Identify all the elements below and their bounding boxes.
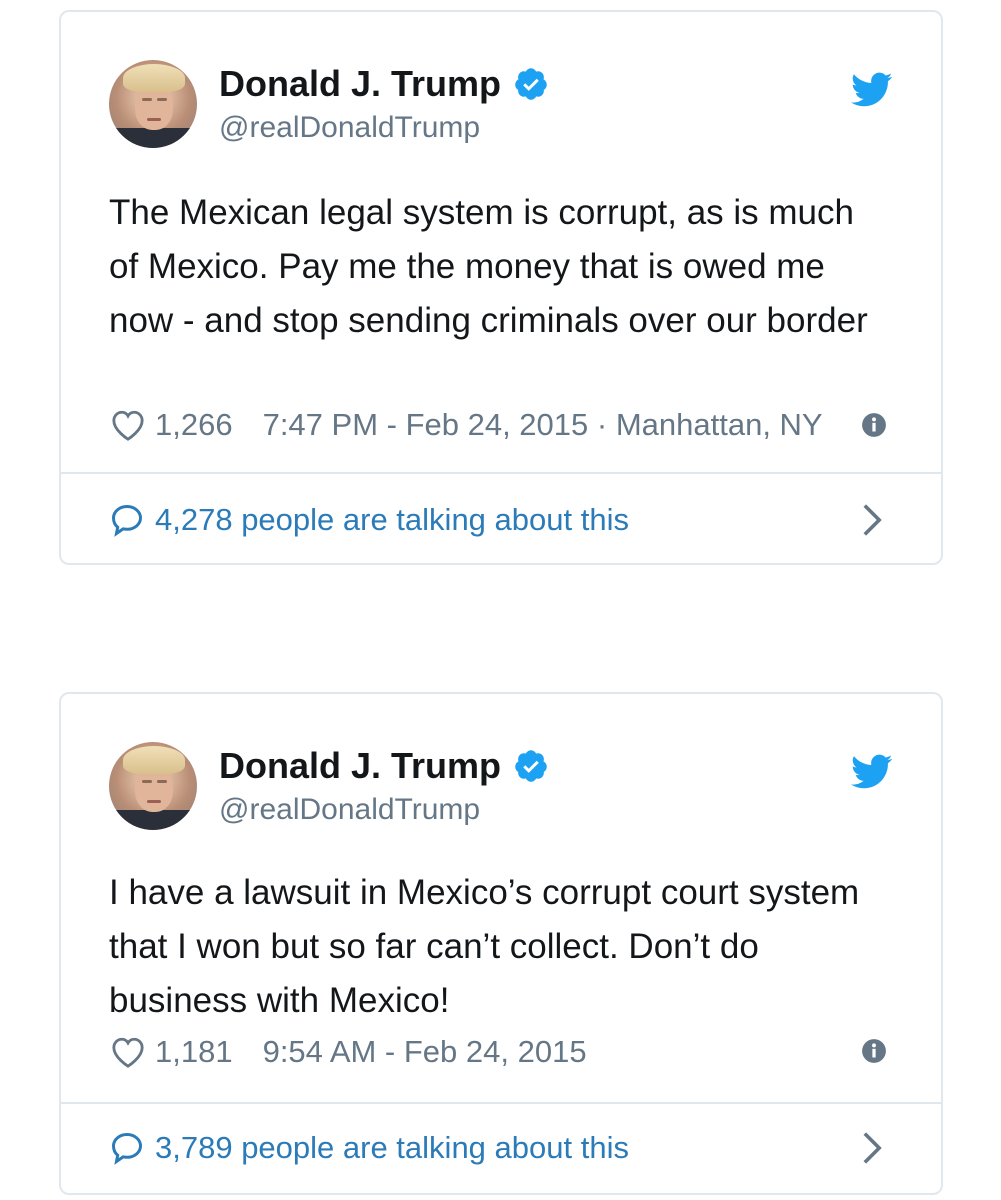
tweet-card[interactable]: Donald J. Trump @realDonaldTrump The Mex… xyxy=(59,10,943,565)
speech-bubble-icon xyxy=(111,504,143,537)
avatar[interactable] xyxy=(109,742,197,830)
heart-icon[interactable] xyxy=(109,1035,147,1069)
divider xyxy=(61,1102,941,1104)
author-name[interactable]: Donald J. Trump xyxy=(219,62,501,106)
verified-badge-icon xyxy=(515,750,547,782)
verified-badge-icon xyxy=(515,68,547,100)
chevron-right-icon[interactable] xyxy=(861,502,883,538)
tweet-meta: 1,181 9:54 AM - Feb 24, 2015 xyxy=(109,1032,587,1072)
conversation-count[interactable]: 3,789 people are talking about this xyxy=(155,1130,629,1166)
tweet-meta: 1,266 7:47 PM - Feb 24, 2015 · Manhattan… xyxy=(109,405,889,445)
twitter-bird-icon[interactable] xyxy=(851,754,893,790)
info-icon[interactable] xyxy=(861,1038,887,1064)
avatar[interactable] xyxy=(109,60,197,148)
tweet-header: Donald J. Trump @realDonaldTrump xyxy=(109,60,901,152)
conversation-link[interactable]: 3,789 people are talking about this xyxy=(109,1128,901,1168)
twitter-bird-icon[interactable] xyxy=(851,72,893,108)
tweet-timestamp[interactable]: 9:54 AM - Feb 24, 2015 xyxy=(263,1034,587,1070)
heart-icon[interactable] xyxy=(109,408,147,442)
like-count: 1,181 xyxy=(155,1034,233,1069)
info-icon[interactable] xyxy=(861,412,887,438)
tweet-header: Donald J. Trump @realDonaldTrump xyxy=(109,742,901,834)
speech-bubble-icon xyxy=(111,1132,143,1165)
chevron-right-icon[interactable] xyxy=(861,1130,883,1166)
conversation-count[interactable]: 4,278 people are talking about this xyxy=(155,502,629,538)
conversation-link[interactable]: 4,278 people are talking about this xyxy=(109,500,901,540)
tweet-text: I have a lawsuit in Mexico’s corrupt cou… xyxy=(109,873,860,1020)
divider xyxy=(61,472,941,474)
author-handle[interactable]: @realDonaldTrump xyxy=(219,110,480,146)
like-count: 1,266 xyxy=(155,407,233,442)
author-name[interactable]: Donald J. Trump xyxy=(219,744,501,788)
tweet-card[interactable]: Donald J. Trump @realDonaldTrump I have … xyxy=(59,692,943,1195)
tweet-text: The Mexican legal system is corrupt, as … xyxy=(109,193,868,340)
author-handle[interactable]: @realDonaldTrump xyxy=(219,792,480,828)
tweet-timestamp[interactable]: 7:47 PM - Feb 24, 2015 · Manhattan, NY xyxy=(263,407,823,443)
